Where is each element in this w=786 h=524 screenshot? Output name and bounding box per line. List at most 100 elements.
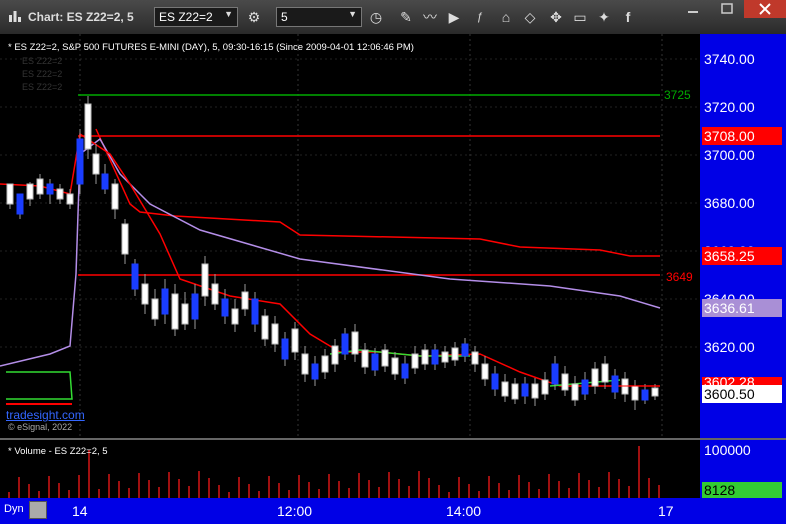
volume-bar bbox=[188, 486, 190, 498]
play-icon[interactable]: ▶ bbox=[444, 7, 464, 27]
candle-body bbox=[181, 303, 189, 325]
tool-icon[interactable]: ✥ bbox=[546, 7, 566, 27]
candle-body bbox=[551, 363, 559, 385]
close-icon[interactable] bbox=[744, 0, 786, 18]
price-axis[interactable]: 3740.00 3720.00 3700.00 3680.00 3660.00 … bbox=[700, 34, 786, 438]
interval-select[interactable]: 5 ▼ bbox=[276, 7, 362, 27]
candle-body bbox=[591, 368, 599, 387]
candle-body bbox=[111, 183, 119, 210]
price-badge-red: 3708.00 bbox=[702, 127, 782, 145]
candle-body bbox=[76, 138, 84, 185]
volume-bar bbox=[618, 479, 620, 498]
price-tick: 3720.00 bbox=[704, 99, 755, 115]
twitter-icon[interactable]: ✦ bbox=[594, 7, 614, 27]
candle-body bbox=[56, 188, 64, 200]
candle-body bbox=[92, 153, 100, 175]
time-axis[interactable]: Dyn 14 12:00 14:00 17 bbox=[0, 498, 786, 524]
candle-body bbox=[201, 263, 209, 297]
candle-body bbox=[341, 333, 349, 355]
volume-bar bbox=[558, 481, 560, 498]
volume-bar bbox=[438, 485, 440, 498]
tag-icon[interactable]: ⌂ bbox=[496, 7, 516, 27]
volume-bar bbox=[658, 485, 660, 498]
volume-bar bbox=[148, 480, 150, 498]
volume-bar bbox=[288, 490, 290, 498]
volume-bar bbox=[68, 490, 70, 498]
volume-bar bbox=[528, 482, 530, 498]
candle-body bbox=[491, 373, 499, 390]
candle-body bbox=[191, 293, 199, 320]
candle-body bbox=[581, 379, 589, 395]
volume-bar bbox=[498, 483, 500, 498]
volume-axis: 100000 8128 bbox=[700, 440, 786, 498]
fx-icon[interactable]: ƒ bbox=[470, 7, 490, 27]
volume-bar bbox=[128, 488, 130, 498]
dyn-toggle-button[interactable] bbox=[29, 501, 47, 519]
volume-bar bbox=[298, 475, 300, 498]
green-level-label: 3725 bbox=[664, 88, 691, 102]
candle-body bbox=[271, 323, 279, 345]
volume-bar bbox=[518, 475, 520, 498]
chevron-down-icon[interactable]: ▼ bbox=[224, 9, 233, 19]
price-tick: 3620.00 bbox=[704, 339, 755, 355]
volume-bar bbox=[478, 491, 480, 498]
candle-body bbox=[131, 263, 139, 290]
last-price-badge: 3600.50 bbox=[702, 385, 782, 403]
draw-line-icon[interactable]: 〰 bbox=[420, 7, 440, 27]
candle-body bbox=[641, 389, 649, 401]
eraser-icon[interactable]: ◇ bbox=[520, 7, 540, 27]
volume-bar bbox=[168, 472, 170, 498]
symbol-input[interactable]: ES Z22=2 ▼ bbox=[154, 7, 238, 27]
volume-bar bbox=[488, 476, 490, 498]
candle-body bbox=[571, 383, 579, 401]
candle-body bbox=[211, 283, 219, 305]
volume-bar bbox=[218, 485, 220, 498]
candle-body bbox=[401, 363, 409, 379]
volume-bar bbox=[608, 472, 610, 498]
volume-bar bbox=[468, 484, 470, 498]
volume-bar bbox=[408, 486, 410, 498]
candle-body bbox=[121, 223, 129, 255]
price-tick: 3700.00 bbox=[704, 147, 755, 163]
ghost-label: ES Z22=2 bbox=[22, 69, 63, 79]
volume-bar bbox=[78, 475, 80, 498]
candle-body bbox=[231, 308, 239, 325]
volume-bar bbox=[138, 473, 140, 498]
volume-bar bbox=[368, 480, 370, 498]
candle-body bbox=[26, 183, 34, 200]
facebook-icon[interactable]: f bbox=[618, 7, 638, 27]
clock-icon[interactable]: ◷ bbox=[366, 7, 386, 27]
candle-body bbox=[241, 291, 249, 310]
candle-body bbox=[391, 357, 399, 375]
candle-body bbox=[431, 349, 439, 365]
candle-body bbox=[291, 328, 299, 353]
volume-bar bbox=[628, 486, 630, 498]
volume-bar bbox=[208, 478, 210, 498]
red-level-label: 3649 bbox=[666, 270, 693, 284]
volume-bar bbox=[508, 490, 510, 498]
price-chart[interactable]: * ES Z22=2, S&P 500 FUTURES E-MINI (DAY)… bbox=[0, 34, 700, 438]
settings-gear-icon[interactable]: ⚙ bbox=[244, 7, 264, 27]
candle-body bbox=[371, 353, 379, 371]
candle-body bbox=[221, 298, 229, 317]
candle-body bbox=[261, 315, 269, 340]
dyn-label: Dyn bbox=[4, 503, 24, 515]
pencil-icon[interactable]: ✎ bbox=[396, 7, 416, 27]
volume-pane[interactable]: * Volume - ES Z22=2, 5 bbox=[0, 440, 700, 498]
candle-body bbox=[46, 183, 54, 195]
chart-header: * ES Z22=2, S&P 500 FUTURES E-MINI (DAY)… bbox=[8, 42, 414, 53]
volume-bar bbox=[598, 487, 600, 498]
volume-bar bbox=[18, 477, 20, 498]
candle-body bbox=[521, 383, 529, 397]
candle-body bbox=[36, 178, 44, 195]
minimize-icon[interactable] bbox=[676, 0, 710, 18]
chevron-down-icon[interactable]: ▼ bbox=[348, 9, 357, 19]
comment-icon[interactable]: ▭ bbox=[570, 7, 590, 27]
volume-bar bbox=[38, 491, 40, 498]
maximize-icon[interactable] bbox=[710, 0, 744, 18]
candle-body bbox=[461, 343, 469, 357]
volume-bar bbox=[88, 450, 90, 498]
candle-body bbox=[321, 355, 329, 373]
volume-bar bbox=[648, 478, 650, 498]
volume-bar bbox=[198, 471, 200, 498]
